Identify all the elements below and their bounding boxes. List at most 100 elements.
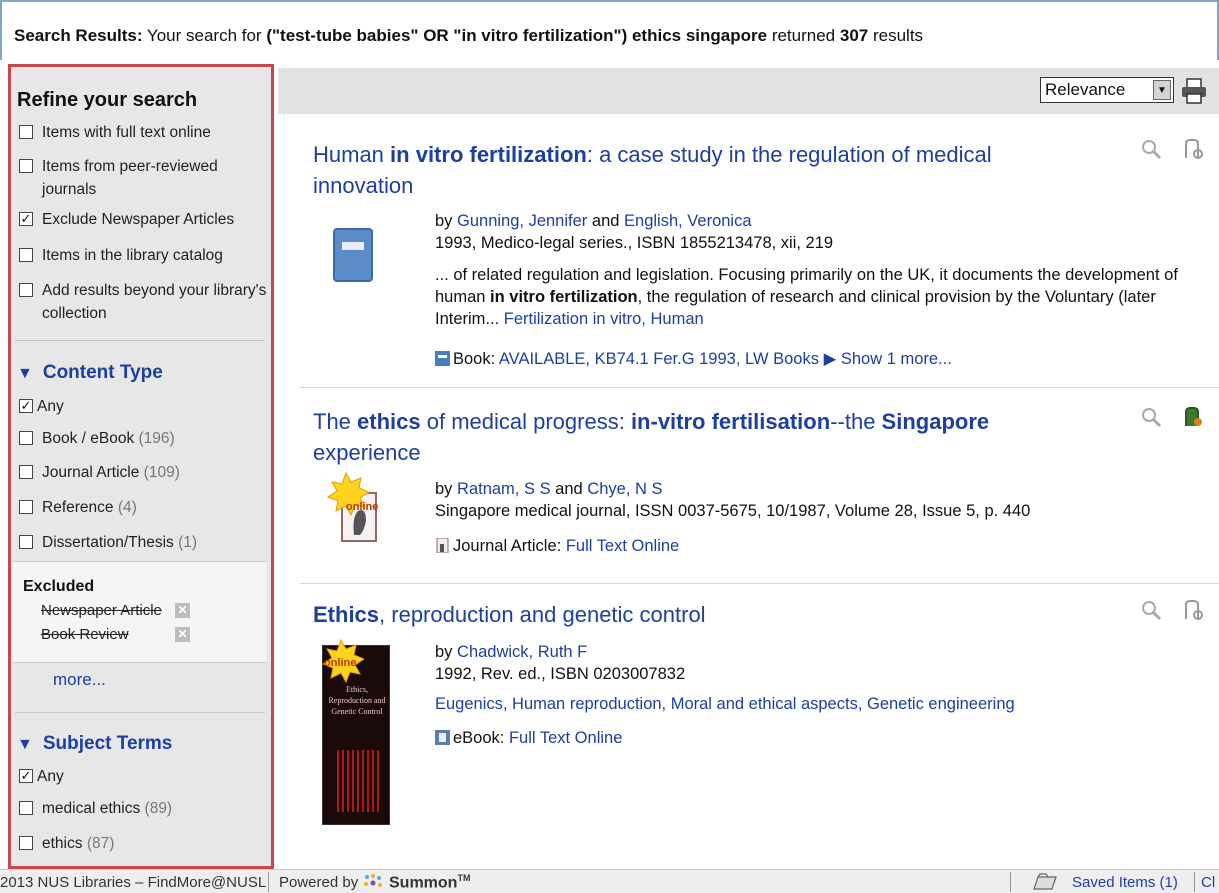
copyright-text: 2013 NUS Libraries – FindMore@NUSL <box>0 874 267 891</box>
result-item: Human in vitro fertilization: a case stu… <box>278 114 1219 389</box>
sort-select[interactable]: Relevance ▼ <box>1040 77 1174 103</box>
refine-peer-reviewed[interactable]: Items from peer-reviewed journals <box>19 155 269 201</box>
book-cover-icon <box>333 228 373 282</box>
header-prefix: Search Results: <box>14 26 143 45</box>
result-snippet: ... of related regulation and legislatio… <box>435 266 1178 328</box>
checkbox[interactable] <box>19 465 33 479</box>
author-link[interactable]: Chye, N S <box>587 480 662 498</box>
subject-link[interactable]: Fertilization in vitro, Human <box>504 310 704 328</box>
refine-beyond-collection[interactable]: Add results beyond your library's collec… <box>19 279 269 325</box>
subject-terms-facet-title[interactable]: ▼ Subject Terms <box>17 733 172 755</box>
result-subjects: Eugenics, Human reproduction, Moral and … <box>435 693 1015 715</box>
saved-items-folder-icon <box>1033 873 1057 890</box>
excluded-book-review: Book Review <box>41 626 129 643</box>
result-availability: Book: AVAILABLE, KB74.1 Fer.G 1993, LW B… <box>435 348 952 370</box>
checkbox[interactable] <box>19 159 33 173</box>
header-returned: returned <box>771 26 836 45</box>
saved-items-link[interactable]: Saved Items (1) <box>1072 874 1178 891</box>
refine-exclude-newspaper[interactable]: ✓ Exclude Newspaper Articles <box>19 208 269 231</box>
results-toolbar: Relevance ▼ <box>278 68 1219 114</box>
show-more-link[interactable]: ▶ Show 1 more... <box>824 350 952 368</box>
preview-magnifier-icon[interactable] <box>1140 599 1162 621</box>
checkbox[interactable] <box>19 283 33 297</box>
footer-divider <box>1194 872 1195 892</box>
ebook-format-icon <box>435 730 450 745</box>
author-link[interactable]: Chadwick, Ruth F <box>457 643 587 661</box>
header-your-search-for: Your search for <box>146 26 262 45</box>
checkbox-checked[interactable]: ✓ <box>19 212 33 226</box>
checkbox[interactable] <box>19 125 33 139</box>
refine-sidebar: Refine your search Items with full text … <box>8 64 274 869</box>
content-type-journal[interactable]: Journal Article (109) <box>19 461 269 484</box>
search-results-header: Search Results: Your search for ("test-t… <box>0 0 1219 60</box>
result-title[interactable]: Human in vitro fertilization: a case stu… <box>313 139 1053 201</box>
result-authors: by Gunning, Jennifer and English, Veroni… <box>435 212 752 230</box>
checkbox[interactable] <box>19 431 33 445</box>
checkbox[interactable] <box>19 500 33 514</box>
author-link[interactable]: English, Veronica <box>624 212 752 230</box>
divider <box>15 712 265 713</box>
result-title[interactable]: The ethics of medical progress: in-vitro… <box>313 406 1053 468</box>
footer-clipped-link[interactable]: Cl <box>1201 874 1215 891</box>
save-item-icon[interactable] <box>1182 138 1204 160</box>
divider <box>15 340 265 341</box>
cover-pattern <box>337 750 381 812</box>
refine-library-catalog[interactable]: Items in the library catalog <box>19 244 269 267</box>
triangle-down-icon: ▼ <box>17 365 33 382</box>
result-authors: by Ratnam, S S and Chye, N S <box>435 480 663 498</box>
content-type-dissertation[interactable]: Dissertation/Thesis (1) <box>19 531 269 554</box>
full-text-link[interactable]: Full Text Online <box>509 729 622 747</box>
content-type-reference[interactable]: Reference (4) <box>19 496 269 519</box>
book-format-icon <box>435 351 450 366</box>
print-icon[interactable] <box>1180 78 1208 104</box>
triangle-down-icon: ▼ <box>17 736 33 753</box>
content-type-facet-title[interactable]: ▼ Content Type <box>17 362 163 384</box>
subject-links[interactable]: Eugenics, Human reproduction, Moral and … <box>435 695 1015 713</box>
result-item: The ethics of medical progress: in-vitro… <box>278 389 1219 585</box>
more-link[interactable]: more... <box>53 670 106 690</box>
online-badge: online <box>324 657 357 669</box>
subject-ethics[interactable]: ethics (87) <box>19 832 269 855</box>
saved-item-icon[interactable] <box>1182 406 1204 428</box>
dropdown-arrow-icon[interactable]: ▼ <box>1153 80 1171 100</box>
excluded-title: Excluded <box>23 578 95 595</box>
excluded-box: Excluded Newspaper Article ✕ Book Review… <box>13 561 267 663</box>
checkbox[interactable] <box>19 248 33 262</box>
checkbox-checked[interactable]: ✓ <box>19 399 33 413</box>
save-item-icon[interactable] <box>1182 599 1204 621</box>
online-badge: online <box>346 501 379 513</box>
result-availability: Journal Article: Full Text Online <box>435 535 679 557</box>
header-count: 307 <box>839 26 869 45</box>
refine-full-text[interactable]: Items with full text online <box>19 121 269 144</box>
preview-magnifier-icon[interactable] <box>1140 406 1162 428</box>
result-separator <box>300 387 1219 388</box>
summon-logo-icon <box>364 874 382 887</box>
footer-divider <box>1010 872 1011 892</box>
header-query: ("test-tube babies" OR "in vitro fertili… <box>266 26 768 45</box>
author-link[interactable]: Gunning, Jennifer <box>457 212 587 230</box>
summon-brand: SummonTM <box>389 873 471 892</box>
sort-value: Relevance <box>1045 80 1126 99</box>
checkbox[interactable] <box>19 535 33 549</box>
checkbox[interactable] <box>19 801 33 815</box>
remove-exclusion-icon[interactable]: ✕ <box>175 603 190 618</box>
footer-divider <box>268 872 269 892</box>
journal-article-format-icon <box>436 538 449 553</box>
availability-link[interactable]: AVAILABLE, KB74.1 Fer.G 1993, LW Books <box>499 350 819 368</box>
content-type-book[interactable]: Book / eBook (196) <box>19 427 269 450</box>
subject-medical-ethics[interactable]: medical ethics (89) <box>19 797 269 820</box>
checkbox[interactable] <box>19 836 33 850</box>
header-results-word: results <box>872 26 924 45</box>
remove-exclusion-icon[interactable]: ✕ <box>175 627 190 642</box>
result-publication: Singapore medical journal, ISSN 0037-567… <box>435 502 1031 520</box>
result-title[interactable]: Ethics, reproduction and genetic control <box>313 599 1053 630</box>
subject-any[interactable]: ✓ Any <box>19 765 269 788</box>
content-type-any[interactable]: ✓ Any <box>19 395 269 418</box>
full-text-link[interactable]: Full Text Online <box>566 537 679 555</box>
checkbox-checked[interactable]: ✓ <box>19 769 33 783</box>
cover-title: Ethics, Reproduction and Genetic Control <box>328 685 386 716</box>
preview-magnifier-icon[interactable] <box>1140 138 1162 160</box>
result-publication: 1993, Medico-legal series., ISBN 1855213… <box>435 234 834 252</box>
powered-by-text: Powered by <box>279 874 359 891</box>
author-link[interactable]: Ratnam, S S <box>457 480 551 498</box>
